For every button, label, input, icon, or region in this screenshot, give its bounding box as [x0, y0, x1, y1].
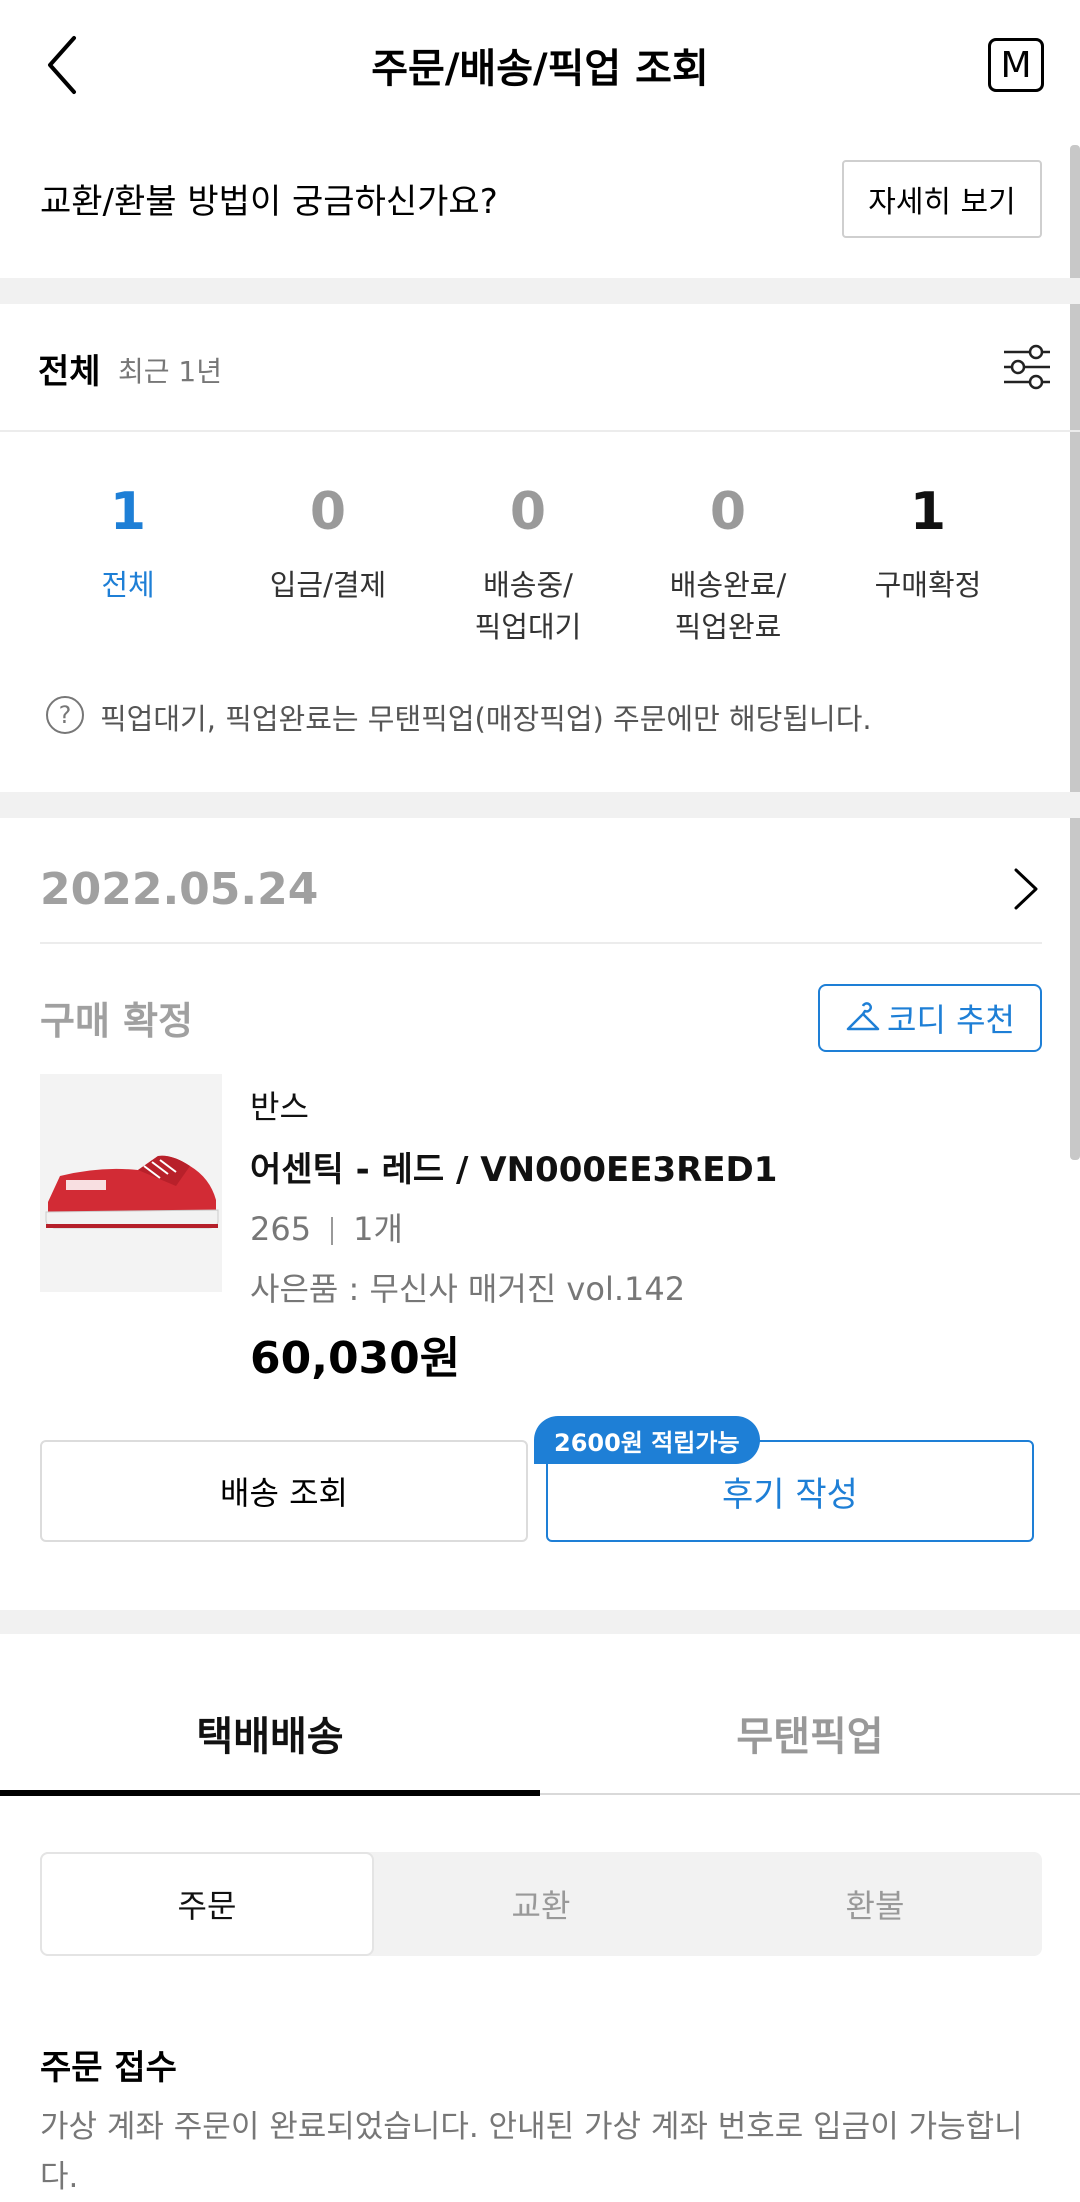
status-count: 1 — [109, 482, 147, 542]
status-label: 배송중/ 픽업대기 — [428, 564, 628, 648]
tab-pickup[interactable]: 무탠픽업 — [540, 1704, 1080, 1762]
filter-settings-icon[interactable] — [1002, 344, 1052, 390]
status-delivered[interactable]: 0 배송완료/ 픽업완료 — [628, 480, 828, 648]
track-delivery-button[interactable]: 배송 조회 — [40, 1440, 528, 1542]
order-received-description: 가상 계좌 주문이 완료되었습니다. 안내된 가상 계좌 번호로 입금이 가능합… — [40, 2109, 1023, 2195]
status-count: 0 — [509, 482, 547, 542]
codi-button-label: 코디 추천 — [887, 1001, 1015, 1039]
red-sneaker-image — [45, 1155, 219, 1229]
chevron-right-icon[interactable] — [1010, 864, 1040, 914]
status-confirmed[interactable]: 1 구매확정 — [828, 480, 1028, 606]
option-separator — [331, 1217, 334, 1245]
order-received-title: 주문 접수 — [40, 2048, 177, 2088]
status-label-line1: 배송중/ — [483, 568, 573, 602]
product-quantity: 1개 — [353, 1210, 403, 1248]
gift-info: 사은품 : 무신사 매거진 vol.142 — [250, 1270, 686, 1308]
segment-exchange[interactable]: 교환 — [374, 1852, 708, 1956]
product-price: 60,030원 — [250, 1333, 461, 1384]
product-brand: 반스 — [250, 1088, 309, 1126]
view-details-button[interactable]: 자세히 보기 — [842, 160, 1042, 238]
codi-recommend-button[interactable]: 코디 추천 — [818, 984, 1042, 1052]
status-label: 배송완료/ 픽업완료 — [628, 564, 828, 648]
product-name[interactable]: 어센틱 - 레드 / VN000EE3RED1 — [250, 1142, 777, 1191]
product-image[interactable] — [40, 1074, 222, 1292]
app-header: 주문/배송/픽업 조회 M — [0, 0, 1080, 130]
status-label-line1: 배송완료/ — [669, 568, 787, 602]
order-status: 구매 확정 — [40, 999, 194, 1043]
status-label: 입금/결제 — [269, 568, 387, 602]
my-menu-button[interactable]: M — [988, 38, 1044, 92]
status-label-line2: 픽업대기 — [474, 610, 582, 644]
segment-refund[interactable]: 환불 — [708, 1852, 1042, 1956]
status-all[interactable]: 1 전체 — [28, 480, 228, 606]
order-type-segment: 주문 교환 환불 — [40, 1852, 1042, 1956]
pickup-notice: 픽업대기, 픽업완료는 무탠픽업(매장픽업) 주문에만 해당됩니다. — [100, 702, 872, 736]
points-badge: 2600원 적립가능 — [534, 1416, 760, 1464]
tab-delivery[interactable]: 택배배송 — [0, 1704, 540, 1762]
status-label-line2: 픽업완료 — [674, 610, 782, 644]
product-option: 265 1개 — [250, 1204, 403, 1250]
exchange-info-text: 교환/환불 방법이 궁금하신가요? — [40, 182, 498, 222]
hanger-icon — [846, 1002, 880, 1031]
status-label: 전체 — [101, 568, 155, 602]
filter-label: 전체 — [38, 352, 101, 392]
product-size: 265 — [250, 1210, 312, 1248]
filter-period: 최근 1년 — [118, 355, 222, 388]
status-label: 구매확정 — [874, 568, 982, 602]
status-count: 0 — [309, 482, 347, 542]
status-payment[interactable]: 0 입금/결제 — [228, 480, 428, 606]
divider — [40, 942, 1042, 944]
status-count: 0 — [709, 482, 747, 542]
status-shipping[interactable]: 0 배송중/ 픽업대기 — [428, 480, 628, 648]
segment-order[interactable]: 주문 — [40, 1852, 374, 1956]
order-date[interactable]: 2022.05.24 — [40, 864, 318, 915]
section-divider — [0, 1610, 1080, 1634]
question-icon: ? — [46, 696, 84, 734]
divider — [0, 430, 1080, 432]
tab-divider — [540, 1793, 1080, 1795]
section-divider — [0, 792, 1080, 818]
page-title: 주문/배송/픽업 조회 — [371, 46, 709, 92]
status-count: 1 — [909, 482, 947, 542]
section-divider — [0, 278, 1080, 304]
active-tab-indicator — [0, 1790, 540, 1796]
